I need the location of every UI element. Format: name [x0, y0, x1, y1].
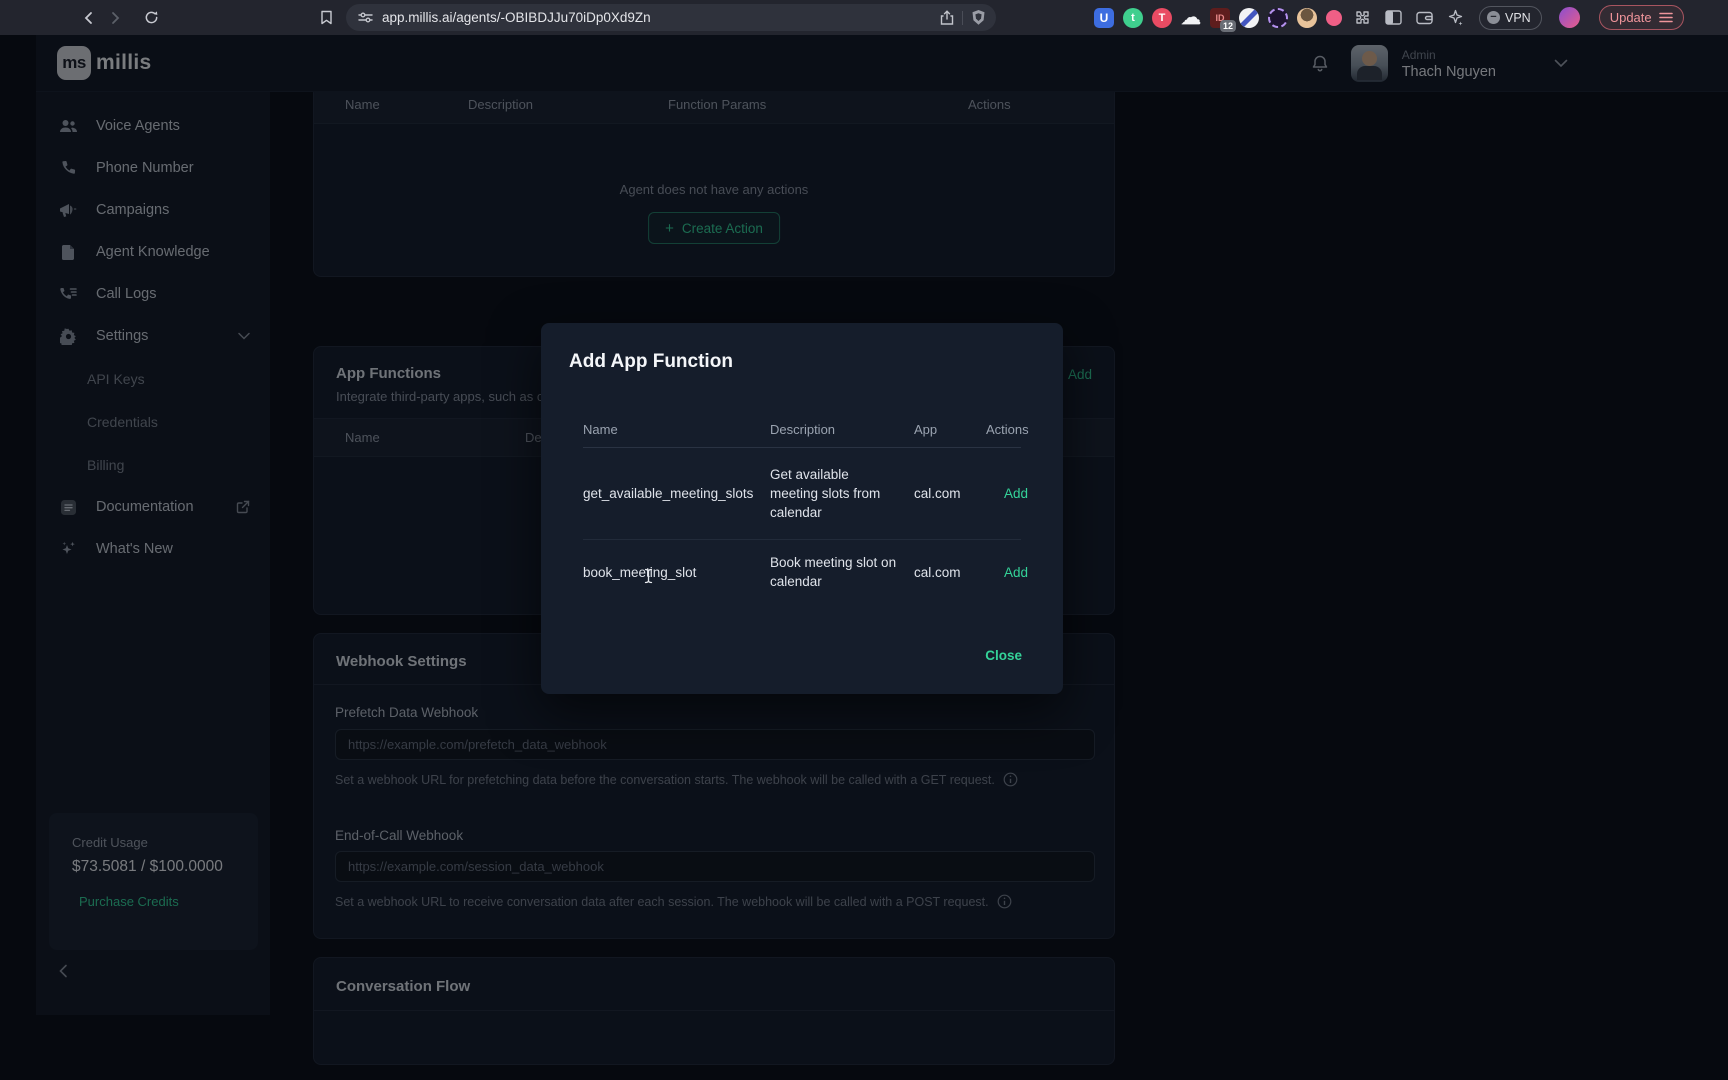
url-text[interactable]: app.millis.ai/agents/-OBIBDJJu70iDp0Xd9Z… — [382, 10, 940, 25]
modal-table-header: Name Description App Actions — [583, 411, 1021, 448]
blocker-extension-icon[interactable] — [1239, 8, 1259, 28]
menu-icon — [1659, 12, 1673, 23]
extension-badge: 12 — [1220, 20, 1236, 32]
reload-icon[interactable] — [139, 6, 163, 30]
function-description: Get available meeting slots from calenda… — [770, 465, 914, 522]
update-button[interactable]: Update — [1599, 5, 1684, 30]
add-app-function-modal: Add App Function Name Description App Ac… — [541, 323, 1063, 694]
add-function-button[interactable]: Add — [1004, 565, 1028, 580]
vpn-icon: − — [1487, 11, 1500, 24]
modal-title: Add App Function — [569, 351, 733, 373]
app-viewport: ms millis Admin Thach Nguyen — [0, 35, 1728, 1080]
id-extension-icon[interactable]: ID12 — [1210, 8, 1230, 28]
function-app: cal.com — [914, 565, 986, 580]
share-icon[interactable] — [940, 10, 954, 26]
avatar-extension-icon[interactable] — [1297, 8, 1317, 28]
cloud-extension-icon[interactable]: ☁ — [1181, 8, 1201, 28]
screen: app.millis.ai/agents/-OBIBDJJu70iDp0Xd9Z… — [0, 0, 1728, 1080]
table-row: get_available_meeting_slots Get availabl… — [583, 448, 1021, 540]
add-function-button[interactable]: Add — [1004, 486, 1028, 501]
pink-dot-extension-icon[interactable] — [1326, 10, 1342, 26]
brave-shield-icon[interactable] — [971, 9, 986, 26]
extensions-puzzle-icon[interactable] — [1351, 7, 1373, 29]
password-manager-extension-icon[interactable]: U — [1094, 8, 1114, 28]
function-description: Book meeting slot on calendar — [770, 553, 914, 591]
red-extension-icon[interactable]: T — [1152, 8, 1172, 28]
column-header: Name — [583, 422, 770, 437]
address-bar[interactable]: app.millis.ai/agents/-OBIBDJJu70iDp0Xd9Z… — [346, 4, 996, 31]
column-header: Actions — [986, 422, 1029, 437]
column-header: Description — [770, 422, 914, 437]
divider — [962, 11, 963, 25]
chip-extension-icon[interactable] — [1268, 8, 1288, 28]
text-cursor — [644, 568, 653, 584]
browser-toolbar: app.millis.ai/agents/-OBIBDJJu70iDp0Xd9Z… — [0, 0, 1728, 35]
function-app: cal.com — [914, 486, 986, 501]
back-icon[interactable] — [77, 6, 101, 30]
site-settings-icon[interactable] — [358, 11, 373, 24]
sidebar-toggle-icon[interactable] — [1382, 7, 1404, 29]
green-extension-icon[interactable]: t — [1123, 8, 1143, 28]
function-name: get_available_meeting_slots — [583, 486, 770, 501]
bookmark-icon[interactable] — [314, 6, 338, 30]
extensions-row: U t T ☁ ID12 − VPN — [1094, 5, 1684, 30]
forward-icon[interactable] — [103, 6, 127, 30]
function-name: book_meeting_slot — [583, 565, 770, 580]
close-button[interactable]: Close — [985, 648, 1022, 663]
browser-profile-icon[interactable] — [1559, 7, 1580, 28]
leo-ai-icon[interactable] — [1444, 7, 1466, 29]
wallet-icon[interactable] — [1413, 7, 1435, 29]
column-header: App — [914, 422, 986, 437]
vpn-button[interactable]: − VPN — [1479, 6, 1542, 30]
